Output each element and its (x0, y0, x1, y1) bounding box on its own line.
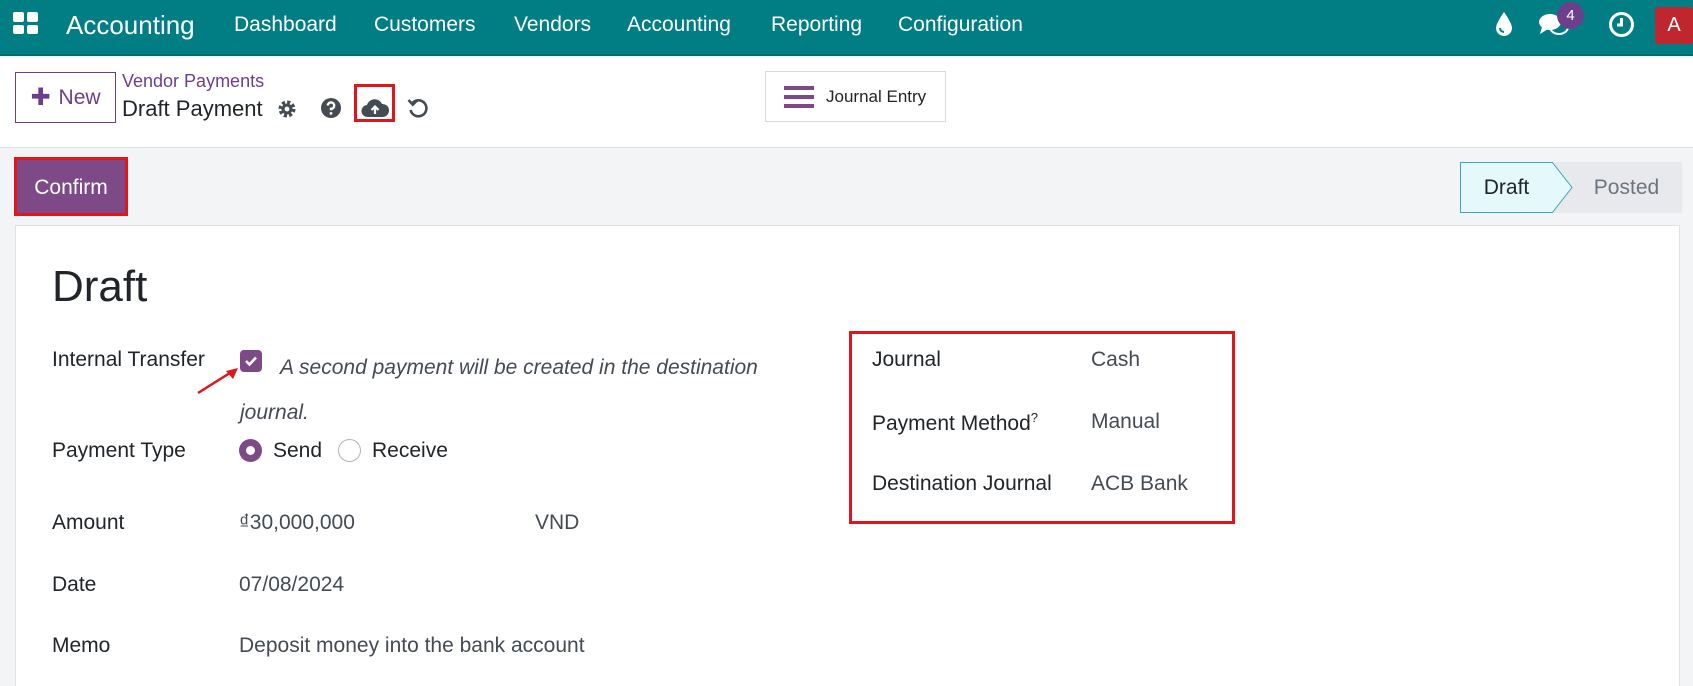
top-navbar: Accounting Dashboard Customers Vendors A… (0, 0, 1693, 56)
journal-highlight (849, 331, 1235, 524)
menu-customers[interactable]: Customers (374, 13, 476, 37)
menu-configuration[interactable]: Configuration (898, 13, 1023, 37)
app-title[interactable]: Accounting (66, 10, 195, 41)
breadcrumb-current: Draft Payment (122, 96, 263, 121)
form-sheet (15, 225, 1680, 686)
currency-field[interactable]: VND (535, 511, 579, 535)
memo-label: Memo (52, 634, 111, 657)
journal-entry-button[interactable]: Journal Entry (765, 71, 946, 122)
chat-badge: 4 (1557, 2, 1584, 29)
breadcrumb-parent[interactable]: Vendor Payments (122, 71, 264, 92)
stage-arrow (1552, 162, 1573, 213)
save-highlight (354, 84, 395, 122)
radio-receive-label[interactable]: Receive (372, 439, 448, 463)
new-button-label: New (58, 85, 101, 109)
date-field[interactable]: 07/08/2024 (239, 573, 344, 597)
payment-type-label: Payment Type (52, 439, 186, 462)
internal-transfer-hint: A second payment will be created in the … (240, 356, 758, 424)
date-label: Date (52, 573, 97, 596)
control-panel: ✚ New Vendor Payments Draft Payment Jour… (0, 58, 1693, 148)
new-button[interactable]: ✚ New (15, 72, 116, 123)
discard-icon[interactable] (407, 97, 429, 119)
help-icon[interactable] (320, 97, 342, 119)
radio-receive[interactable] (338, 439, 361, 462)
memo-field[interactable]: Deposit money into the bank account (239, 634, 585, 658)
plus-icon: ✚ (30, 84, 51, 111)
menu-icon (784, 85, 814, 108)
amount-label: Amount (52, 511, 125, 534)
confirm-highlight (14, 157, 128, 216)
journal-entry-label: Journal Entry (826, 86, 927, 106)
radio-send[interactable] (239, 439, 262, 462)
status-bar: Posted Draft (1460, 162, 1682, 213)
drop-icon[interactable] (1494, 11, 1514, 37)
amount-field[interactable]: ₫30,000,000 (239, 511, 355, 535)
apps-icon[interactable] (13, 12, 39, 34)
menu-reporting[interactable]: Reporting (771, 13, 862, 37)
internal-transfer-label: Internal Transfer (52, 348, 205, 371)
menu-accounting[interactable]: Accounting (627, 13, 731, 37)
avatar[interactable]: A (1655, 7, 1693, 44)
record-title: Draft (52, 262, 148, 311)
gear-icon[interactable] (276, 98, 298, 120)
radio-send-label[interactable]: Send (273, 439, 322, 463)
stage-draft[interactable]: Draft (1460, 162, 1553, 213)
menu-dashboard[interactable]: Dashboard (234, 13, 337, 37)
clock-icon[interactable] (1608, 11, 1635, 38)
menu-vendors[interactable]: Vendors (514, 13, 591, 37)
red-arrow-icon (197, 368, 238, 395)
